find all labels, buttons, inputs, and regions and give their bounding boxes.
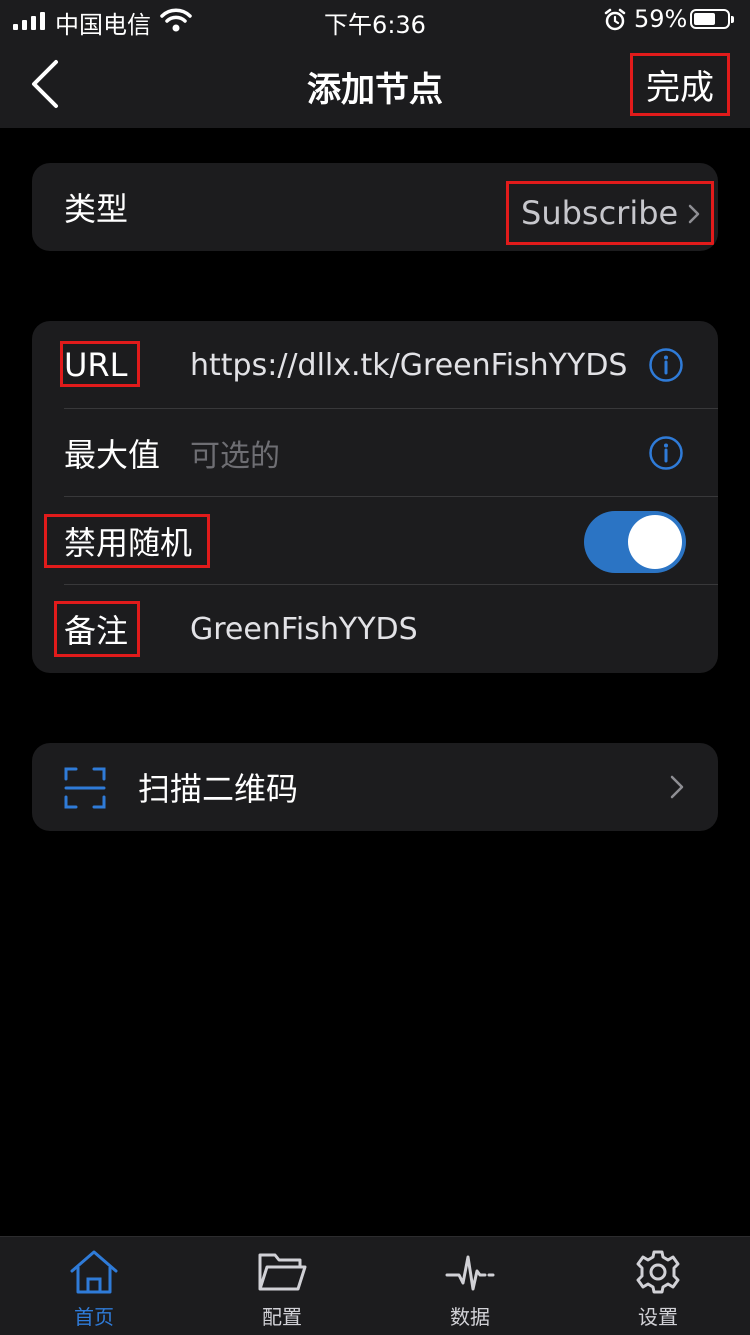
type-selector[interactable]: Subscribe [506, 181, 714, 245]
gear-icon [633, 1250, 683, 1299]
scan-card: 扫描二维码 [32, 743, 718, 831]
type-label: 类型 [64, 190, 129, 228]
url-label: URL [64, 346, 128, 384]
remark-row: 备注 GreenFishYYDS [32, 585, 718, 673]
tab-settings[interactable]: 设置 [598, 1249, 718, 1330]
remark-input[interactable]: GreenFishYYDS [190, 612, 418, 647]
battery-icon [690, 9, 734, 29]
max-row: 最大值 可选的 [32, 409, 718, 497]
scan-qr-row[interactable]: 扫描二维码 [32, 743, 718, 831]
folder-icon [257, 1253, 307, 1299]
info-icon[interactable] [648, 435, 684, 475]
disable-random-label: 禁用随机 [64, 524, 193, 562]
home-icon [69, 1250, 119, 1299]
max-label: 最大值 [64, 436, 161, 474]
chevron-right-icon [670, 775, 684, 803]
tab-bar: 首页 配置 数据 设置 [0, 1236, 750, 1335]
disable-random-toggle[interactable] [584, 511, 686, 573]
disable-random-row: 禁用随机 [32, 497, 718, 585]
tab-home[interactable]: 首页 [34, 1249, 154, 1330]
chevron-right-icon [688, 194, 700, 232]
url-row: URL https://dllx.tk/GreenFishYYDS [32, 321, 718, 409]
tab-label: 配置 [262, 1305, 302, 1329]
type-card: 类型 Subscribe [32, 163, 718, 251]
tab-label: 首页 [74, 1305, 114, 1329]
activity-icon [445, 1255, 495, 1299]
scan-qr-icon [64, 767, 106, 813]
tab-label: 数据 [450, 1305, 490, 1329]
remark-label: 备注 [64, 612, 129, 650]
node-form-card: URL https://dllx.tk/GreenFishYYDS 最大值 可选… [32, 321, 718, 673]
type-row[interactable]: 类型 Subscribe [32, 163, 718, 251]
done-button[interactable]: 完成 [630, 53, 730, 116]
scan-qr-label: 扫描二维码 [138, 770, 299, 808]
tab-config[interactable]: 配置 [222, 1249, 342, 1330]
toggle-knob [628, 515, 682, 569]
tab-data[interactable]: 数据 [410, 1249, 530, 1330]
status-bar: 中国电信 下午6:36 59% [0, 0, 750, 40]
type-value: Subscribe [521, 194, 679, 232]
max-input[interactable]: 可选的 [190, 431, 280, 475]
alarm-icon [603, 8, 627, 36]
url-input[interactable]: https://dllx.tk/GreenFishYYDS [190, 348, 627, 383]
info-icon[interactable] [648, 347, 684, 387]
battery-percent: 59% [634, 5, 688, 33]
tab-label: 设置 [638, 1305, 678, 1329]
navigation-bar: 添加节点 完成 [0, 40, 750, 128]
